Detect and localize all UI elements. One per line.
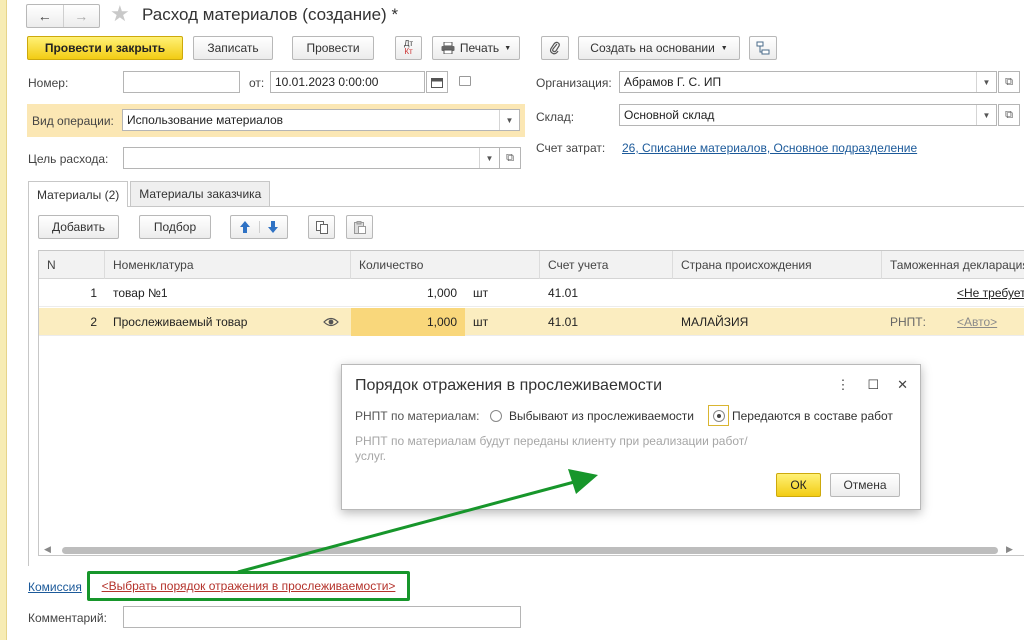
arrow-line bbox=[237, 479, 579, 574]
arrow-head bbox=[568, 469, 598, 494]
annotation-arrow bbox=[237, 469, 598, 574]
